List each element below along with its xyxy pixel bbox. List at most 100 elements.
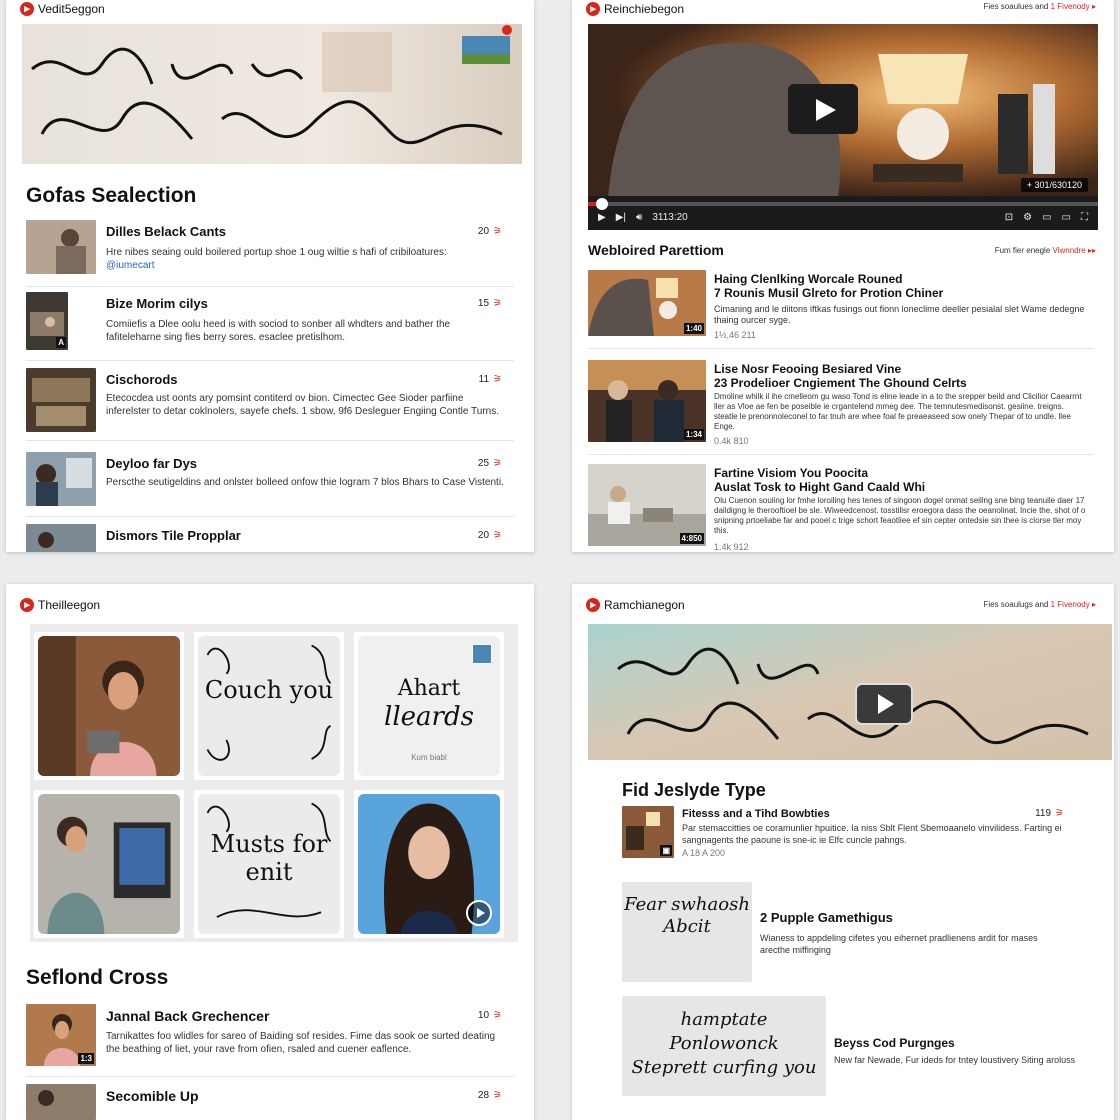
item-title[interactable]: Fartine Visiom You Poocita [714,466,868,480]
recommended-item[interactable]: 4:850 Fartine Visiom You Poocita Auslat … [588,464,1094,552]
grid-tile[interactable] [34,790,184,938]
item-subtitle[interactable]: 7 Rounis Musil Glreto for Protion Chiner [714,286,943,300]
item-meta: A 18 A 200 [682,848,726,858]
play-icon[interactable]: ▶ [598,212,606,223]
grid-tile[interactable]: Musts for enit [194,790,344,938]
list-item[interactable]: Dismors Tile Propplar 20 ⚞ [26,524,514,552]
hero-banner[interactable] [22,24,522,164]
video-thumbnail[interactable] [26,452,96,506]
recommended-item[interactable]: 1:34 Lise Nosr Feooing Besiared Vine 23 … [588,360,1094,455]
item-title[interactable]: 2 Pupple Gamethigus [760,910,893,925]
channel-link[interactable]: @iumecart [106,260,155,271]
list-item[interactable]: ▣ Fitesss and a Tihd Bowbties 119 ⚞ Par s… [622,806,1094,862]
item-description: Etecocdea ust oonts ary pomsint contiter… [106,393,499,417]
item-description: Dmoline whilk il ihe cmelleom gu waso To… [714,392,1082,431]
item-title[interactable]: Fitesss and a Tihd Bowbties [682,808,830,820]
item-count: 15 ⚞ [477,298,502,309]
list-item[interactable]: hamptate Ponlowonck Steprett curfing you… [622,996,1094,1100]
header-links: Fies soaulugs and 1 Fivenody ▸ [983,600,1096,609]
duration-badge: 1:3 [78,1053,94,1064]
hero-banner[interactable] [588,624,1112,760]
video-thumbnail[interactable]: 4:850 [588,464,706,546]
list-item[interactable]: Deyloo far Dys 25 ⚞ Perscthe seutigeldins… [26,452,514,517]
grid-tile[interactable] [34,632,184,780]
captions-icon[interactable]: ⊡ [1005,212,1013,223]
item-description: New far Newade, Fur ideds for tntey lous… [834,1055,1076,1065]
list-item[interactable]: A Bize Morim cilys 15 ⚞ Comiiefis a Dlee … [26,292,514,361]
app-title: Theilleegon [38,598,101,612]
item-title[interactable]: Bize Morim cilys [106,296,208,311]
play-button-icon[interactable] [466,900,492,926]
item-title[interactable]: Lise Nosr Feooing Besiared Vine [714,362,901,376]
small-photo-icon [472,644,492,664]
video-thumbnail[interactable]: Fear swhaosh Abcit [622,882,752,982]
header-link[interactable]: 1 Fivenody ▸ [1051,600,1096,609]
grid-tile[interactable]: Ahart lleards Kum biabl [354,632,504,780]
theater-icon[interactable]: ▭ [1062,212,1071,223]
scrubber-handle[interactable] [596,198,608,210]
divider [588,348,1094,349]
progress-bar[interactable] [588,202,1098,206]
video-thumbnail[interactable]: hamptate Ponlowonck Steprett curfing you [622,996,826,1096]
app-header: ▸ Vedit5eggon [20,0,105,18]
arrow-icon: ⚞ [493,298,502,309]
next-icon[interactable]: ▶| [616,212,626,223]
video-thumbnail[interactable]: ▣ [622,806,674,858]
item-title[interactable]: Beyss Cod Purgnges [834,1036,955,1050]
video-thumbnail[interactable] [26,220,96,274]
miniplayer-icon[interactable]: ▭ [1042,212,1051,223]
divider [588,454,1094,455]
youtube-logo-icon[interactable]: ▸ [20,598,34,612]
youtube-logo-icon[interactable]: ▸ [20,2,34,16]
youtube-logo-icon[interactable]: ▸ [586,598,600,612]
item-title[interactable]: Secomible Up [106,1088,199,1104]
header-links: Fies soaulues and 1 Fivenody ▸ [983,2,1096,11]
video-thumbnail[interactable]: 1:3 [26,1004,96,1066]
app-header: ▸ Theilleegon [20,596,100,614]
grid-tile[interactable] [354,790,504,938]
recommended-item[interactable]: 1:40 Haing Clenlking Worcale Rouned 7 Ro… [588,270,1094,349]
list-item[interactable]: Fear swhaosh Abcit 2 Pupple Gamethigus W… [622,882,1094,982]
item-subtitle[interactable]: Auslat Tosk to Hight Gand Caald Whi [714,480,925,494]
video-player[interactable] [588,24,1098,198]
video-thumbnail[interactable] [26,524,96,552]
view-more-link[interactable]: Viwnndre ▸▸ [1053,246,1096,255]
video-thumbnail[interactable]: A [26,292,68,350]
video-thumbnail[interactable] [26,1084,96,1120]
volume-icon[interactable]: 🔊︎ [636,212,642,223]
section-title: Fid Jeslyde Type [622,780,766,800]
settings-gear-icon[interactable]: ⚙ [1023,212,1032,223]
video-thumbnail[interactable]: 1:40 [588,270,706,336]
list-item[interactable]: Dilles Belack Cants 20 ⚞ Hre nibes seaing… [26,220,514,287]
item-title[interactable]: Haing Clenlking Worcale Rouned [714,272,902,286]
item-title[interactable]: Deyloo far Dys [106,456,197,471]
item-count: 10 ⚞ [477,1010,502,1021]
divider [26,516,514,517]
list-item[interactable]: 1:3 Jannal Back Grechencer 10 ⚞ Tarnikatt… [26,1004,514,1077]
item-title[interactable]: Cischorods [106,372,178,387]
item-subtitle[interactable]: 23 Prodelioer Cngiement The Ghound Celrt… [714,376,967,390]
arrow-icon: ⚞ [493,374,502,385]
fullscreen-icon[interactable]: ⛶ [1081,212,1088,223]
item-title[interactable]: Dilles Belack Cants [106,224,226,239]
youtube-logo-icon[interactable]: ▸ [586,2,600,16]
arrow-icon: ⚞ [493,226,502,237]
list-item[interactable]: Cischorods 11 ⚞ Etecocdea ust oonts ary p… [26,368,514,441]
grid-tile[interactable]: Couch you [194,632,344,780]
panel-top-left: ▸ Vedit5eggon Gofas Sealection Dilles Be… [6,0,534,552]
duration-badge: ▣ [660,845,672,856]
header-link[interactable]: 1 Fivenody ▸ [1051,2,1096,11]
video-controls[interactable]: + 301/630120 ▶ ▶| 🔊︎ 3113:20 ⊡ ⚙ ▭ ▭ ⛶ [588,178,1098,230]
arrow-icon: ⚞ [493,530,502,541]
list-item[interactable]: Secomible Up 28 ⚞ [26,1084,514,1120]
item-meta: 1.4k 912 [714,542,749,552]
item-title[interactable]: Jannal Back Grechencer [106,1008,269,1024]
doodle-frame [206,644,332,761]
duration-badge: 1:40 [683,323,704,334]
item-description: Perscthe seutigeldins and onlster bollee… [106,477,504,488]
hero-image [588,624,1112,760]
video-thumbnail[interactable]: 1:34 [588,360,706,442]
item-meta: 1½,46 211 [714,330,756,340]
video-thumbnail[interactable] [26,368,96,432]
item-title[interactable]: Dismors Tile Propplar [106,528,241,543]
